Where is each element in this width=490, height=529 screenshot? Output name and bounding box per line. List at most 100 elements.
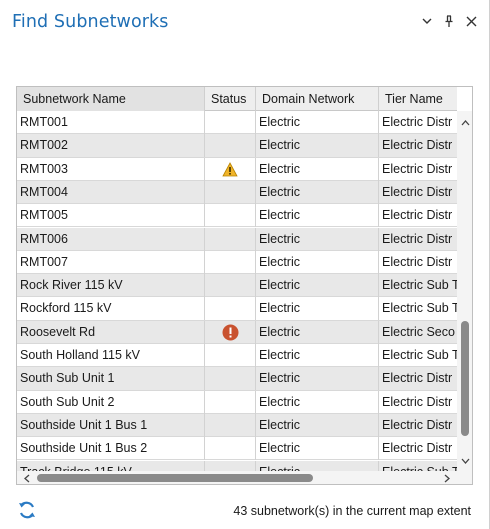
table-row[interactable]: Track Bridge 115 kV ElectricElectric Sub … (17, 460, 457, 472)
cell-domain-network: Electric (256, 320, 379, 344)
cell-status (205, 367, 256, 391)
chevron-right-icon (444, 474, 450, 482)
column-header-subnetwork-name[interactable]: Subnetwork Name (17, 87, 205, 111)
cell-subnetwork-name: RMT006 (17, 227, 205, 251)
table-row[interactable]: South Sub Unit 1 Electric Electric Distr (17, 367, 457, 391)
cell-subnetwork-name: RMT004 (17, 180, 205, 204)
cell-subnetwork-name: Southside Unit 1 Bus 2 (17, 437, 205, 461)
table-row[interactable]: RMT006 Electric Electric Distr (17, 227, 457, 251)
cell-tier-name: Electric Distr (382, 394, 453, 409)
cell-domain-network: Electric (256, 413, 379, 437)
error-icon (222, 324, 238, 341)
cell-tier-name: Electric Distr (382, 231, 453, 246)
table-row[interactable]: Southside Unit 1 Bus 2 Electric Electric D… (17, 437, 457, 461)
cell-status (205, 437, 256, 461)
cell-tier-name: Electric Distr (382, 115, 453, 129)
cell-tier-name: Electric Distr (382, 254, 453, 269)
cell-tier-name: Electric Sub T (379, 461, 457, 472)
table-row[interactable]: RMT004 Electric Electric Distr (17, 180, 457, 205)
cell-status (205, 460, 256, 471)
refresh-button[interactable] (16, 499, 38, 521)
table-row[interactable]: RMT002 Electric Electric Distr (17, 134, 457, 158)
pane-footer: 43 subnetwork(s) in the current map exte… (0, 492, 489, 529)
pane-title: Find Subnetworks (12, 12, 169, 32)
cell-domain-network: Electric (256, 367, 379, 391)
cell-status (205, 413, 256, 437)
cell-domain-network: Electric (256, 274, 379, 298)
cell-tier-name: Electric Sub T (382, 278, 457, 293)
cell-subnetwork-name: South Holland 115 kV (17, 344, 205, 367)
cell-subnetwork-name: South Sub Unit 1 (17, 367, 205, 391)
cell-status (205, 134, 256, 158)
cell-tier-name: Electric Distr (382, 371, 453, 386)
table-row[interactable]: Roosevelt Rd Electric Electric Seco (17, 320, 457, 344)
warning-icon (222, 161, 238, 176)
cell-tier-name: Electric Distr (382, 417, 453, 432)
chevron-up-icon (461, 120, 469, 126)
cell-subnetwork-name: RMT005 (17, 204, 205, 228)
cell-subnetwork-name: Rock River 115 kV (17, 274, 205, 298)
cell-subnetwork-name: South Sub Unit 2 (17, 390, 205, 414)
cell-domain-network: Electric (256, 390, 379, 414)
horizontal-scrollbar[interactable] (17, 471, 457, 484)
horizontal-scroll-thumb[interactable] (37, 474, 313, 482)
table-row[interactable]: RMT003 Electric Electric Distr (17, 157, 457, 181)
cell-domain-network: Electric (256, 297, 379, 321)
column-header-tier-name[interactable]: Tier Name (379, 87, 457, 111)
cell-status (205, 204, 256, 228)
scroll-down-arrow[interactable] (459, 455, 471, 467)
cell-domain-network: Electric (256, 460, 379, 471)
column-header-status[interactable]: Status (205, 87, 256, 111)
cell-domain-network: Electric (256, 437, 379, 461)
vertical-scroll-thumb[interactable] (461, 321, 469, 436)
close-button[interactable] (462, 10, 480, 32)
table-row[interactable]: RMT001 Electric Electric Distr (17, 111, 457, 135)
cell-subnetwork-name: Track Bridge 115 kV (17, 460, 205, 471)
column-header-domain-network[interactable]: Domain Network (256, 87, 379, 111)
vertical-scrollbar[interactable] (457, 111, 472, 471)
cell-tier-name: Electric Distr (382, 184, 453, 199)
cell-status (205, 180, 256, 204)
refresh-icon (19, 501, 35, 519)
table-row[interactable]: Rock River 115 kV Electric Electric Sub T (17, 274, 457, 298)
cell-status (205, 227, 256, 251)
cell-tier-name: Electric Sub T (382, 348, 457, 362)
table-row[interactable]: South Holland 115 kV Electric Electric Sub… (17, 344, 457, 368)
options-menu-button[interactable] (418, 10, 436, 32)
cell-status (205, 250, 256, 274)
cell-domain-network: Electric (256, 157, 379, 181)
cell-domain-network: Electric (256, 111, 379, 134)
cell-status (205, 157, 256, 181)
cell-status (205, 390, 256, 414)
cell-domain-network: Electric (256, 204, 379, 228)
pin-icon (445, 14, 453, 27)
table-header: Subnetwork Name Status Domain Network Ti… (17, 87, 457, 111)
cell-domain-network: Electric (256, 344, 379, 367)
cell-tier-name: Electric Distr (382, 208, 453, 223)
scroll-left-arrow[interactable] (21, 472, 33, 484)
cell-subnetwork-name: Rockford 115 kV (17, 297, 205, 321)
pane-titlebar: Find Subnetworks (0, 0, 489, 42)
auto-hide-button[interactable] (440, 10, 458, 32)
cell-domain-network: Electric (256, 180, 379, 204)
subnetwork-count-status: 43 subnetwork(s) in the current map exte… (233, 504, 471, 518)
close-icon (466, 16, 476, 26)
cell-domain-network: Electric (256, 250, 379, 274)
table-row[interactable]: Southside Unit 1 Bus 1 Electric Electric D… (17, 413, 457, 438)
table-row[interactable]: Rockford 115 kV Electric Electric Sub T (17, 297, 457, 321)
cell-tier-name: Electric Seco (382, 324, 455, 339)
scroll-right-arrow[interactable] (441, 472, 453, 484)
cell-status (205, 320, 256, 344)
table-row[interactable]: RMT005 Electric Electric Distr (17, 204, 457, 228)
chevron-left-icon (24, 474, 30, 482)
scroll-up-arrow[interactable] (459, 117, 471, 129)
cell-domain-network: Electric (256, 134, 379, 158)
chevron-down-icon (461, 458, 469, 464)
cell-subnetwork-name: Roosevelt Rd (17, 320, 205, 344)
cell-subnetwork-name: RMT003 (17, 157, 205, 181)
table-row[interactable]: RMT007 Electric Electric Distr (17, 250, 457, 275)
cell-tier-name: Electric Distr (382, 161, 453, 176)
cell-status (205, 111, 256, 134)
cell-tier-name: Electric Distr (382, 441, 453, 456)
table-row[interactable]: South Sub Unit 2 Electric Electric Distr (17, 390, 457, 414)
